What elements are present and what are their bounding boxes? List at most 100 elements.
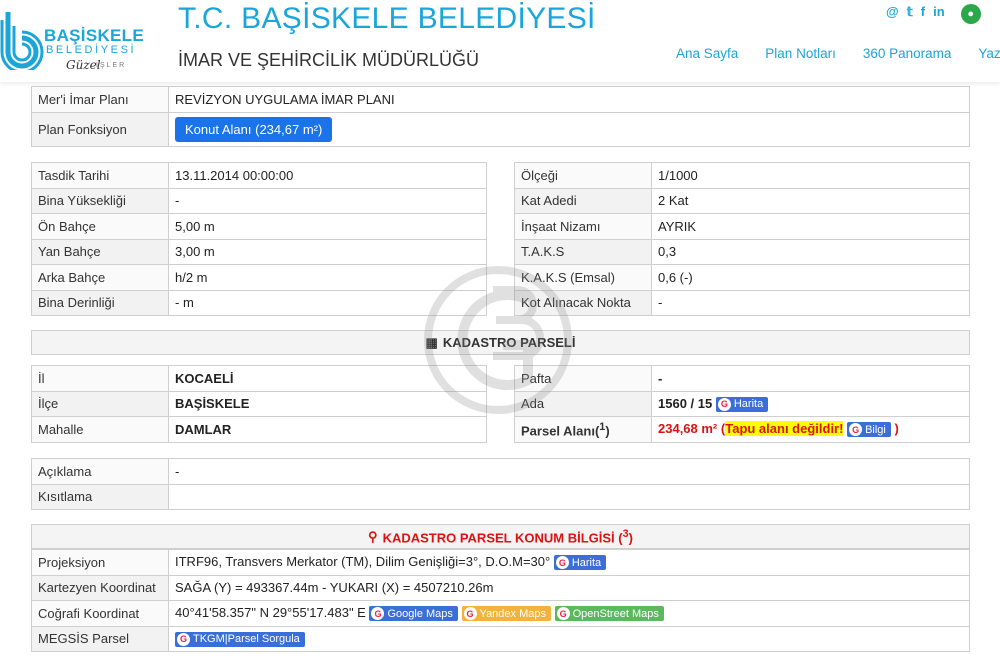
app-root: BAŞİSKELE BELEDİYESİ Güzel İŞLER T.C. BA… <box>0 0 1000 664</box>
page-subtitle: İMAR VE ŞEHİRCİLİK MÜDÜRLÜĞÜ <box>178 50 480 70</box>
location-pin-icon: ⚲ <box>368 528 378 544</box>
ada-map-label: Harita <box>733 398 764 411</box>
kadastro-left-table: İl KOCAELİ İlçe BAŞİSKELE Mahalle DAMLAR <box>31 365 487 443</box>
nav-panorama[interactable]: 360 Panorama <box>863 46 952 61</box>
konum-table: Projeksiyon ITRF96, Transvers Merkator (… <box>31 549 970 652</box>
notes-table: Açıklama - Kısıtlama <box>31 458 970 510</box>
table-value: REVİZYON UYGULAMA İMAR PLANI <box>168 86 970 113</box>
yandex-maps-label: Yandex Maps <box>479 607 546 620</box>
info-button[interactable]: G Bilgi <box>847 422 891 438</box>
twitter-icon[interactable]: 𝕥 <box>907 4 913 24</box>
table-value: Konut Alanı (234,67 m²) <box>168 111 970 147</box>
table-label: Coğrafi Koordinat <box>31 600 169 627</box>
email-icon[interactable]: @ <box>886 4 899 24</box>
table-value: 13.11.2014 00:00:00 <box>168 162 487 189</box>
table-value: - m <box>168 289 487 316</box>
konum-header: ⚲ KADASTRO PARSEL KONUM BİLGİSİ (3) <box>31 524 970 549</box>
table-label: Yan Bahçe <box>31 238 169 265</box>
table-value: G TKGM|Parsel Sorgula <box>168 625 970 652</box>
table-label: Açıklama <box>31 458 169 485</box>
nav-print[interactable]: Yazd <box>978 46 1000 61</box>
cografi-value: 40°41'58.357" N 29°55'17.483" E <box>175 605 366 621</box>
table-row: Kısıtlama <box>31 483 970 510</box>
table-label: Kısıtlama <box>31 483 169 510</box>
table-label: Pafta <box>514 365 652 392</box>
ada-value: 1560 / 15 <box>658 395 713 411</box>
table-row: Plan Fonksiyon Konut Alanı (234,67 m²) <box>31 111 970 147</box>
table-value: BAŞİSKELE <box>168 390 487 417</box>
table-label: İl <box>31 365 169 392</box>
google-maps-button[interactable]: G Google Maps <box>369 606 458 622</box>
table-value: 40°41'58.357" N 29°55'17.483" E G Google … <box>168 600 970 627</box>
google-icon: G <box>717 397 731 411</box>
table-label: Kartezyen Koordinat <box>31 574 169 601</box>
table-row: MEGSİS Parsel G TKGM|Parsel Sorgula <box>31 625 970 652</box>
table-value: - <box>168 187 487 214</box>
google-icon: G <box>463 607 477 621</box>
user-icon[interactable]: ● <box>960 4 981 24</box>
parsel-label: Parsel Alanı( <box>521 422 600 438</box>
table-value: - <box>168 458 970 485</box>
google-icon: G <box>371 607 385 621</box>
tkgm-button[interactable]: G TKGM|Parsel Sorgula <box>175 631 305 647</box>
municipality-logo[interactable]: BAŞİSKELE BELEDİYESİ Güzel İŞLER <box>0 4 150 74</box>
google-icon: G <box>177 632 190 646</box>
table-value: h/2 m <box>168 264 487 291</box>
table-row: Pafta - <box>514 365 970 392</box>
parsel-value: 234,68 m² <box>658 421 718 437</box>
nav-plan-notes[interactable]: Plan Notları <box>765 46 836 61</box>
konum-title-text: KADASTRO PARSEL KONUM BİLGİSİ ( <box>382 530 623 546</box>
plan-function-button[interactable]: Konut Alanı (234,67 m²) <box>175 116 333 142</box>
table-row: Ada 1560 / 15 G Harita <box>514 390 970 417</box>
table-label: Ön Bahçe <box>31 213 169 240</box>
table-row: Bina Yüksekliği - <box>31 187 487 214</box>
table-label: Bina Yüksekliği <box>31 187 169 214</box>
osm-maps-label: OpenStreet Maps <box>572 607 659 620</box>
table-label: Projeksiyon <box>31 549 169 576</box>
social-links: @ 𝕥 f in ● <box>886 4 981 24</box>
table-row: Arka Bahçe h/2 m <box>31 264 487 291</box>
grid-icon: ▦ <box>425 334 438 350</box>
paren-close: ) <box>894 421 899 437</box>
projeksiyon-map-label: Harita <box>571 556 602 569</box>
table-row: Kot Alınacak Nokta - <box>514 289 970 316</box>
table-value: 0,3 <box>651 238 970 265</box>
logo-subtext: BELEDİYESİ <box>46 44 137 56</box>
osm-maps-button[interactable]: G OpenStreet Maps <box>554 606 664 622</box>
table-row: İnşaat Nizamı AYRIK <box>514 213 970 240</box>
google-icon: G <box>849 423 863 437</box>
table-row: İlçe BAŞİSKELE <box>31 390 487 417</box>
projeksiyon-map-button[interactable]: G Harita <box>553 555 607 571</box>
site-header: BAŞİSKELE BELEDİYESİ Güzel İŞLER T.C. BA… <box>0 0 1000 82</box>
table-value: 1560 / 15 G Harita <box>651 390 970 417</box>
linkedin-icon[interactable]: in <box>933 4 945 24</box>
info-label: Bilgi <box>865 423 886 436</box>
table-value: 0,6 (-) <box>651 264 970 291</box>
table-row: Kat Adedi 2 Kat <box>514 187 970 214</box>
table-row: Yan Bahçe 3,00 m <box>31 238 487 265</box>
table-label: Tasdik Tarihi <box>31 162 169 189</box>
table-row: K.A.K.S (Emsal) 0,6 (-) <box>514 264 970 291</box>
table-value: 1/1000 <box>651 162 970 189</box>
table-label: MEGSİS Parsel <box>31 625 169 652</box>
page-title: T.C. BAŞİSKELE BELEDİYESİ <box>178 2 596 35</box>
nav-home[interactable]: Ana Sayfa <box>676 46 738 61</box>
table-label: Ölçeği <box>514 162 652 189</box>
facebook-icon[interactable]: f <box>921 4 925 24</box>
yandex-maps-button[interactable]: G Yandex Maps <box>461 606 551 622</box>
table-label: Mahalle <box>31 416 169 443</box>
table-value: 2 Kat <box>651 187 970 214</box>
table-value: 234,68 m² (Tapu alanı değildir! G Bilgi ) <box>651 416 970 443</box>
main-nav: Ana Sayfa Plan Notları 360 Panorama Yazd <box>676 46 1000 61</box>
table-label: İlçe <box>31 390 169 417</box>
table-value: DAMLAR <box>168 416 487 443</box>
ada-map-button[interactable]: G Harita <box>715 396 769 412</box>
plan-table: Mer'i İmar Planı REVİZYON UYGULAMA İMAR … <box>31 86 970 147</box>
table-label: Plan Fonksiyon <box>31 111 169 147</box>
table-label: T.A.K.S <box>514 238 652 265</box>
table-label: Kot Alınacak Nokta <box>514 289 652 316</box>
table-row: Mahalle DAMLAR <box>31 416 487 443</box>
table-label: K.A.K.S (Emsal) <box>514 264 652 291</box>
tapu-warning: Tapu alanı değildir! <box>725 421 844 437</box>
table-row: İl KOCAELİ <box>31 365 487 392</box>
